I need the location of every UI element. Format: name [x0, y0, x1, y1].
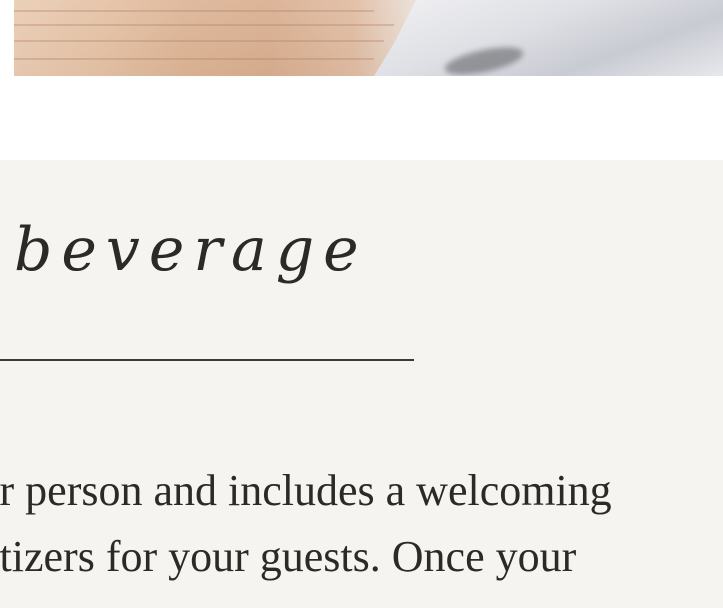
heading-divider	[0, 359, 414, 361]
body-line: etizers for your guests. Once your	[0, 532, 577, 581]
section-heading: beverage	[14, 215, 368, 285]
hero-photo	[14, 0, 723, 76]
page: beverage er person and includes a welcom…	[0, 0, 723, 608]
section-body-text: er person and includes a welcoming etize…	[0, 458, 723, 590]
body-line: er person and includes a welcoming	[0, 466, 612, 515]
